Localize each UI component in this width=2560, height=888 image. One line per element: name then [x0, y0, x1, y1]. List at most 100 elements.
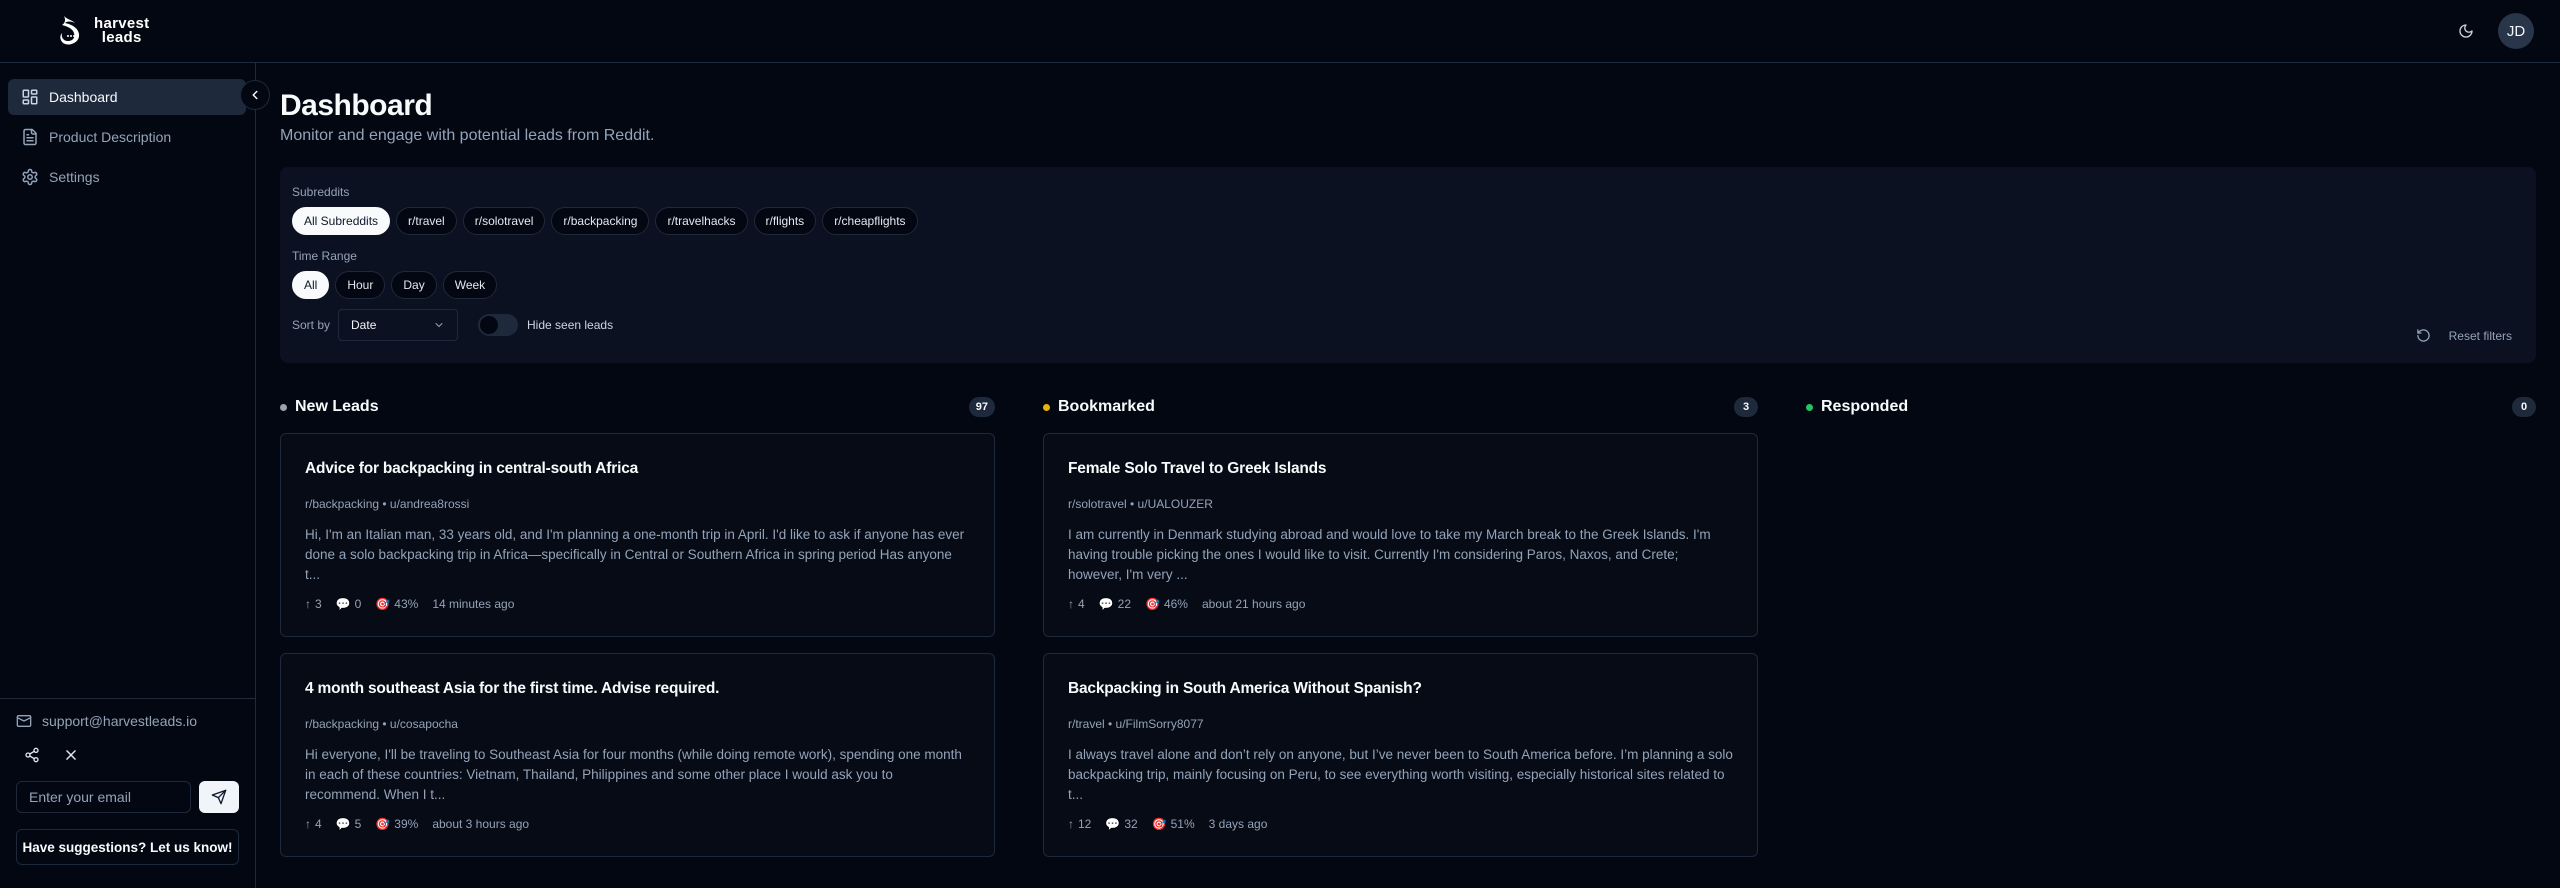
status-dot — [1806, 403, 1813, 411]
sidebar-item-label: Dashboard — [49, 89, 118, 105]
lead-title: Female Solo Travel to Greek Islands — [1068, 460, 1327, 477]
post-time: about 21 hours ago — [1201, 597, 1306, 611]
column-count-badge: 3 — [1734, 397, 1758, 417]
lead-title: Backpacking in South America Without Spa… — [1068, 680, 1422, 697]
suggestions-button[interactable]: Have suggestions? Let us know! — [16, 829, 239, 865]
chip-travelhacks[interactable]: r/travelhacks — [655, 207, 748, 235]
upvote-count: 3 — [315, 597, 322, 611]
reset-filters-button[interactable]: Reset filters — [2416, 328, 2512, 343]
send-email-button[interactable] — [199, 781, 239, 813]
chip-time-all[interactable]: All — [292, 271, 330, 299]
lead-card[interactable]: Backpacking in South America Without Spa… — [1043, 653, 1758, 857]
lead-stats: ↑ 4 💬 22 🎯 46% about 21 hours ago — [1068, 597, 1733, 611]
status-dot — [280, 403, 287, 411]
sidebar-nav: Dashboard Product Description Settings — [0, 63, 255, 195]
post-time: 3 days ago — [1208, 817, 1268, 831]
x-social-button[interactable] — [64, 747, 78, 763]
chip-time-week[interactable]: Week — [442, 271, 498, 299]
top-bar: harvest leads JD — [0, 0, 2560, 63]
email-input[interactable] — [16, 781, 191, 813]
column-responded: Responded 0 — [1806, 395, 2536, 857]
sidebar-item-settings[interactable]: Settings — [8, 159, 246, 195]
lead-title: 4 month southeast Asia for the first tim… — [305, 680, 720, 697]
sidebar-item-label: Settings — [49, 169, 100, 185]
lead-excerpt: I always travel alone and don’t rely on … — [1068, 747, 1733, 802]
harvest-leads-logo-icon — [60, 16, 80, 45]
lead-card[interactable]: 4 month southeast Asia for the first tim… — [280, 653, 995, 857]
reset-filters-label: Reset filters — [2448, 328, 2512, 343]
chip-time-hour[interactable]: Hour — [335, 271, 386, 299]
lead-meta: r/solotravel • u/UALOUZER — [1068, 497, 1213, 511]
theme-toggle-button[interactable] — [2458, 23, 2474, 39]
column-title: Responded — [1821, 398, 1909, 415]
status-dot — [1043, 403, 1050, 411]
sidebar-item-label: Product Description — [49, 129, 172, 145]
logo-line-2: leads — [101, 29, 142, 46]
logo-text: harvest leads — [94, 16, 149, 46]
column-title: Bookmarked — [1058, 398, 1155, 415]
match-score: 39% — [394, 817, 419, 831]
sort-row: Sort by Date Hide seen leads — [292, 309, 2524, 341]
subreddits-label: Subreddits — [292, 185, 350, 199]
hide-seen-toggle[interactable] — [478, 314, 519, 336]
sidebar-item-product-description[interactable]: Product Description — [8, 119, 246, 155]
send-icon — [211, 789, 227, 805]
lead-meta: r/travel • u/FilmSorry8077 — [1068, 717, 1204, 731]
column-header: New Leads 97 — [280, 395, 995, 419]
lead-title: Advice for backpacking in central-south … — [305, 460, 639, 477]
user-avatar[interactable]: JD — [2498, 13, 2534, 49]
lead-card[interactable]: Female Solo Travel to Greek Islands r/so… — [1043, 433, 1758, 637]
filters-panel: Subreddits All Subreddits r/travel r/sol… — [280, 167, 2536, 363]
target-icon: 🎯 — [375, 597, 391, 611]
main-content: Dashboard Monitor and engage with potent… — [280, 63, 2536, 857]
upvote-icon: ↑ — [305, 817, 311, 831]
chip-cheapflights[interactable]: r/cheapflights — [822, 207, 918, 235]
lead-stats: ↑ 4 💬 5 🎯 39% about 3 hours ago — [305, 817, 970, 831]
match-score: 46% — [1163, 597, 1188, 611]
target-icon: 🎯 — [1151, 817, 1167, 831]
match-score: 51% — [1170, 817, 1195, 831]
chip-all-subreddits[interactable]: All Subreddits — [292, 207, 391, 235]
chevron-left-icon — [252, 90, 258, 100]
subreddit-chips: All Subreddits r/travel r/solotravel r/b… — [292, 207, 2524, 235]
sort-label: Sort by — [292, 318, 331, 332]
gear-icon — [22, 168, 38, 186]
chevron-down-icon — [435, 323, 443, 328]
time-range-label: Time Range — [292, 249, 357, 263]
newsletter-form — [16, 781, 239, 813]
lead-stats: ↑ 3 💬 0 🎯 43% 14 minutes ago — [305, 597, 970, 611]
upvote-icon: ↑ — [305, 597, 311, 611]
comment-icon: 💬 — [1098, 597, 1114, 611]
chip-solotravel[interactable]: r/solotravel — [462, 207, 546, 235]
chip-time-day[interactable]: Day — [391, 271, 437, 299]
share-button[interactable] — [24, 747, 40, 763]
lead-card[interactable]: Advice for backpacking in central-south … — [280, 433, 995, 637]
upvote-icon: ↑ — [1068, 597, 1074, 611]
lead-meta: r/backpacking • u/cosapocha — [305, 717, 458, 731]
share-icon — [25, 747, 39, 763]
collapse-sidebar-button[interactable] — [240, 80, 270, 110]
chip-travel[interactable]: r/travel — [396, 207, 457, 235]
chip-flights[interactable]: r/flights — [753, 207, 817, 235]
sidebar: Dashboard Product Description Settings s… — [0, 63, 270, 888]
chip-backpacking[interactable]: r/backpacking — [551, 207, 650, 235]
sort-value: Date — [351, 318, 377, 332]
mail-icon — [16, 715, 32, 727]
match-score: 43% — [394, 597, 419, 611]
lead-excerpt: Hi everyone, I'll be traveling to Southe… — [305, 747, 962, 802]
column-bookmarked: Bookmarked 3 Female Solo Travel to Greek… — [1043, 395, 1758, 857]
sidebar-item-dashboard[interactable]: Dashboard — [8, 79, 246, 115]
time-range-chips: All Hour Day Week — [292, 271, 2524, 299]
lead-columns: New Leads 97 Advice for backpacking in c… — [280, 395, 2536, 857]
post-time: 14 minutes ago — [432, 597, 515, 611]
comment-count: 22 — [1117, 597, 1131, 611]
logo[interactable]: harvest leads — [58, 14, 149, 48]
dashboard-icon — [22, 89, 38, 105]
lead-stats: ↑ 12 💬 32 🎯 51% 3 days ago — [1068, 817, 1733, 831]
column-count-badge: 97 — [968, 397, 995, 417]
column-title: New Leads — [295, 398, 379, 415]
sidebar-footer: support@harvestleads.io Have suggestions… — [0, 698, 255, 888]
target-icon: 🎯 — [375, 817, 391, 831]
sort-select[interactable]: Date — [338, 309, 459, 341]
support-email-link[interactable]: support@harvestleads.io — [16, 713, 239, 729]
